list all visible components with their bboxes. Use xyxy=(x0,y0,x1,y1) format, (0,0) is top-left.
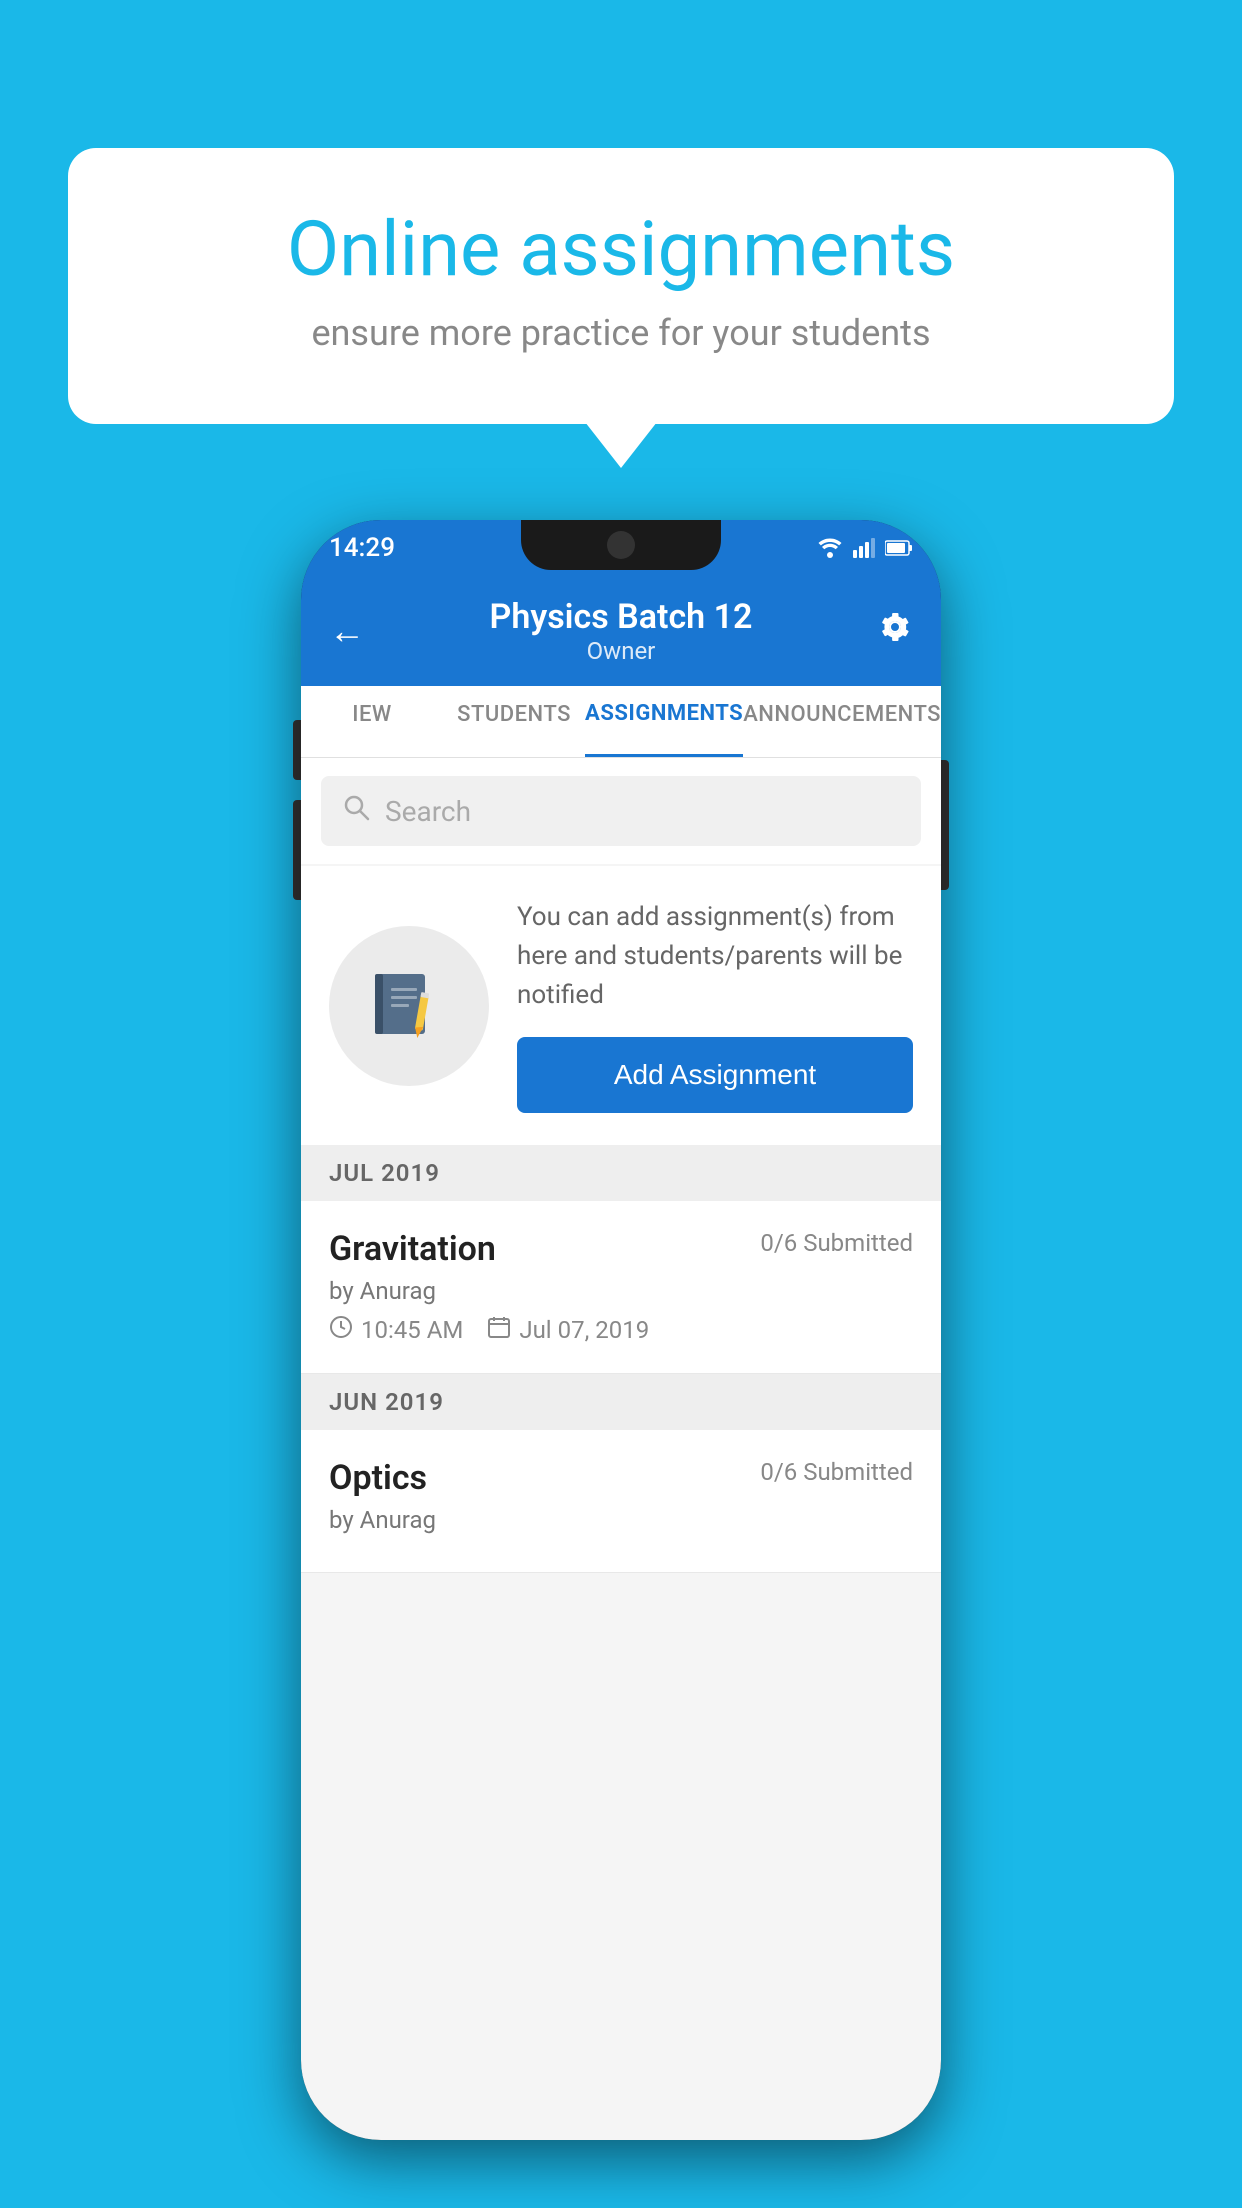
app-header: ← Physics Batch 12 Owner xyxy=(301,576,941,686)
header-center: Physics Batch 12 Owner xyxy=(490,597,753,665)
assignment-item-gravitation[interactable]: Gravitation 0/6 Submitted by Anurag 10:4… xyxy=(301,1201,941,1374)
gear-icon xyxy=(877,609,913,645)
add-assignment-section: You can add assignment(s) from here and … xyxy=(301,866,941,1145)
add-assignment-right: You can add assignment(s) from here and … xyxy=(517,898,913,1113)
volume-up-button[interactable] xyxy=(293,720,301,780)
phone-wrapper: 14:29 xyxy=(301,520,941,2140)
search-bar-container: Search xyxy=(301,758,941,864)
phone-outer: 14:29 xyxy=(301,520,941,2140)
clock-icon xyxy=(329,1315,353,1345)
add-assignment-button[interactable]: Add Assignment xyxy=(517,1037,913,1113)
notebook-icon xyxy=(369,966,449,1046)
screen-content: Search xyxy=(301,758,941,2140)
wifi-icon xyxy=(817,538,843,558)
assignment-submitted-optics: 0/6 Submitted xyxy=(760,1458,913,1486)
meta-date: Jul 07, 2019 xyxy=(487,1315,649,1345)
tabs-container: IEW STUDENTS ASSIGNMENTS ANNOUNCEMENTS xyxy=(301,686,941,758)
assignment-submitted: 0/6 Submitted xyxy=(760,1229,913,1257)
assignment-top-row-optics: Optics 0/6 Submitted xyxy=(329,1458,913,1498)
assignment-item-optics[interactable]: Optics 0/6 Submitted by Anurag xyxy=(301,1430,941,1573)
speech-bubble-subtitle: ensure more practice for your students xyxy=(148,312,1094,354)
add-assignment-description: You can add assignment(s) from here and … xyxy=(517,898,913,1015)
meta-time: 10:45 AM xyxy=(329,1315,463,1345)
assignment-name-optics: Optics xyxy=(329,1458,427,1498)
section-header-jul: JUL 2019 xyxy=(301,1145,941,1201)
status-icons xyxy=(817,538,913,558)
back-button[interactable]: ← xyxy=(329,610,365,652)
status-time: 14:29 xyxy=(329,533,395,563)
speech-bubble-title: Online assignments xyxy=(148,208,1094,292)
assignment-top-row: Gravitation 0/6 Submitted xyxy=(329,1229,913,1269)
assignment-by: by Anurag xyxy=(329,1277,913,1305)
tab-students[interactable]: STUDENTS xyxy=(443,686,585,757)
search-placeholder: Search xyxy=(385,795,471,828)
phone-notch xyxy=(521,520,721,570)
section-header-jun: JUN 2019 xyxy=(301,1374,941,1430)
assignment-icon-circle xyxy=(329,926,489,1086)
speech-bubble: Online assignments ensure more practice … xyxy=(68,148,1174,424)
search-bar[interactable]: Search xyxy=(321,776,921,846)
settings-icon[interactable] xyxy=(877,609,913,654)
header-title: Physics Batch 12 xyxy=(490,597,753,637)
tab-announcements[interactable]: ANNOUNCEMENTS xyxy=(743,686,941,757)
power-button[interactable] xyxy=(941,760,949,890)
volume-down-button[interactable] xyxy=(293,800,301,900)
calendar-icon xyxy=(487,1315,511,1345)
header-subtitle: Owner xyxy=(490,637,753,665)
phone-camera xyxy=(607,531,635,559)
assignment-by-optics: by Anurag xyxy=(329,1506,913,1534)
tab-assignments[interactable]: ASSIGNMENTS xyxy=(585,686,743,757)
battery-icon xyxy=(885,540,913,556)
signal-icon xyxy=(853,538,875,558)
speech-bubble-container: Online assignments ensure more practice … xyxy=(68,148,1174,424)
assignment-meta: 10:45 AM Jul 07, 2019 xyxy=(329,1315,913,1345)
assignment-name: Gravitation xyxy=(329,1229,496,1269)
search-icon xyxy=(341,792,371,830)
tab-iew[interactable]: IEW xyxy=(301,686,443,757)
